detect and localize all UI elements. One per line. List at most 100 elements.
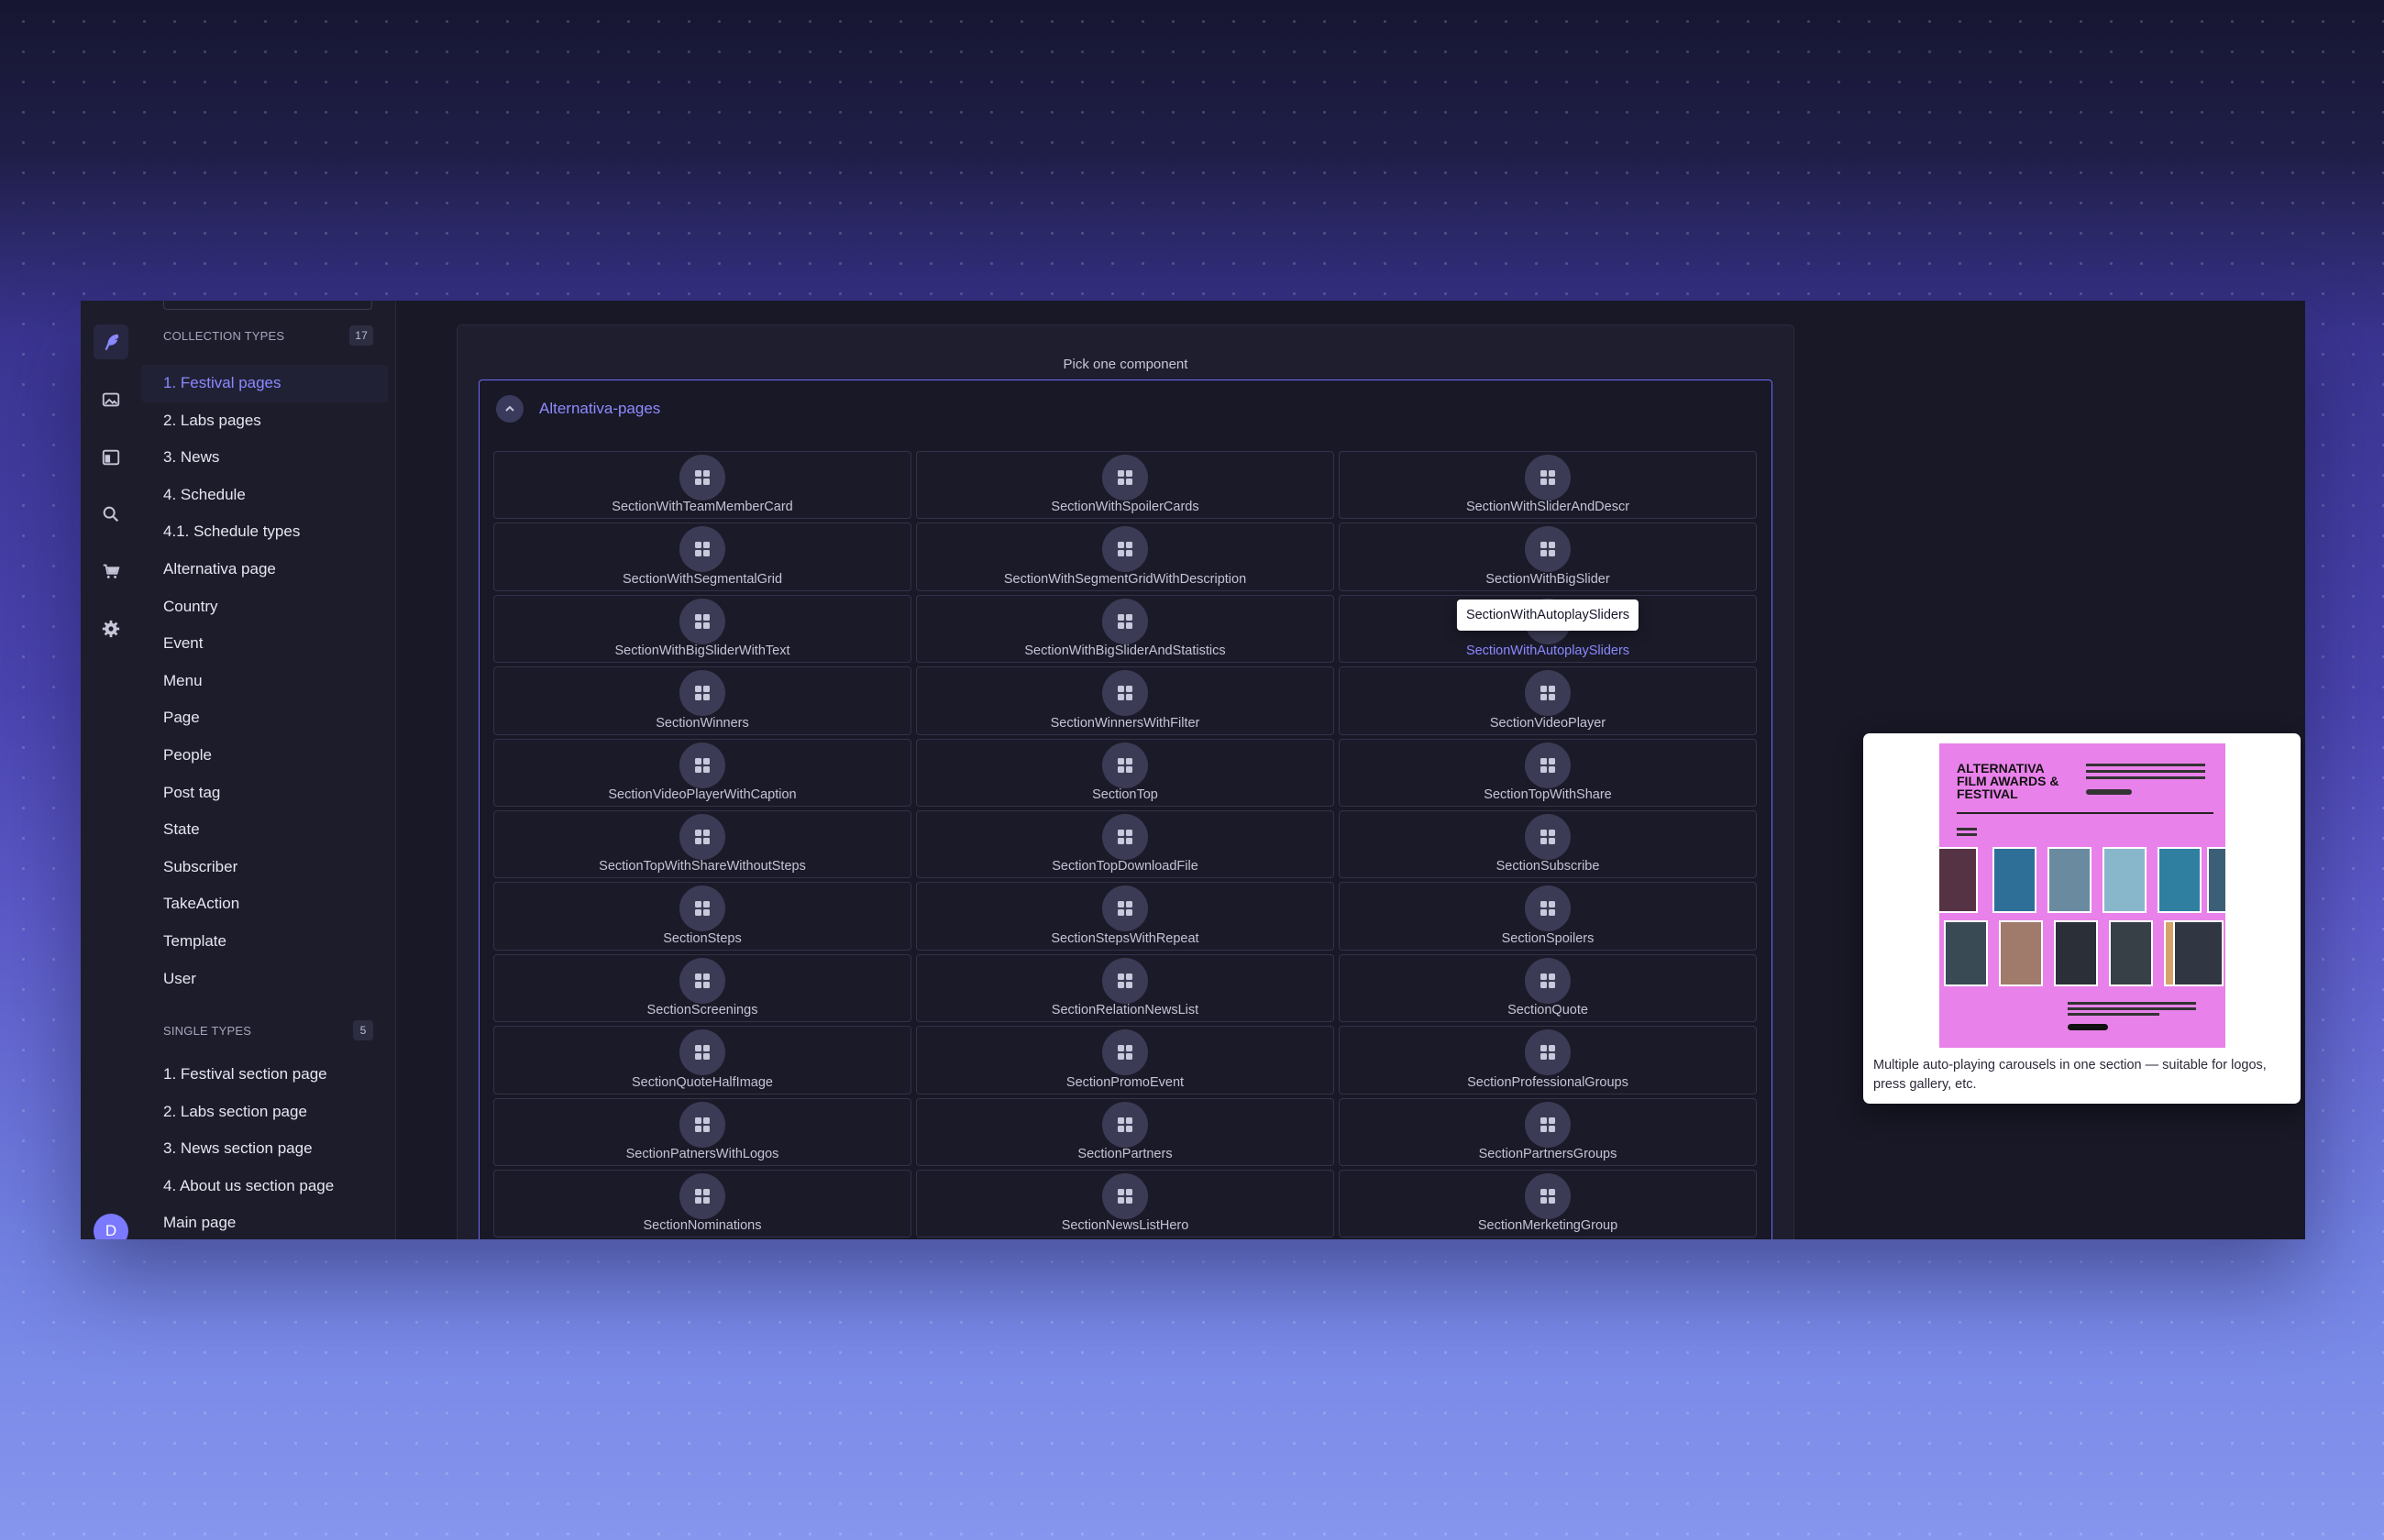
component-label: SectionWithBigSlider (1485, 571, 1610, 587)
component-card-sectionwithbigsliderandstatistics[interactable]: SectionWithBigSliderAndStatistics (916, 594, 1334, 664)
component-card-sectionprofessionalgroups[interactable]: SectionProfessionalGroups (1339, 1026, 1757, 1094)
component-card-sectionwithsegmentalgrid[interactable]: SectionWithSegmentalGrid (493, 522, 911, 591)
component-label: SectionWinners (656, 715, 749, 731)
component-label: SectionPromoEvent (1065, 1074, 1185, 1090)
single-types-title: SINGLE TYPES (163, 1023, 252, 1038)
component-card-sectionspoilers[interactable]: SectionSpoilers (1339, 882, 1757, 951)
media-library-button[interactable] (94, 382, 128, 417)
sidebar-item-page[interactable]: Page (141, 699, 388, 737)
component-card-sectionquote[interactable]: SectionQuote (1339, 953, 1757, 1023)
sidebar-item-user[interactable]: User (141, 961, 388, 998)
component-card-sectionwithautoplaysliders[interactable]: SectionWithAutoplaySliders SectionWithAut… (1339, 594, 1757, 664)
component-icon (1525, 670, 1571, 717)
group-header[interactable]: Alternativa-pages (496, 395, 660, 423)
component-card-sectionnewslisthero[interactable]: SectionNewsListHero (916, 1169, 1334, 1238)
grid-icon (1118, 613, 1132, 629)
sidebar-item-4-1-schedule-types[interactable]: 4.1. Schedule types (141, 513, 388, 551)
component-card-sectionpatnerswithlogos[interactable]: SectionPatnersWithLogos (493, 1097, 911, 1166)
sidebar-item-post-tag[interactable]: Post tag (141, 775, 388, 812)
gear-icon (102, 620, 120, 638)
sidebar-item-4-about-us-section-page[interactable]: 4. About us section page (141, 1168, 388, 1205)
component-card-sectionsteps[interactable]: SectionSteps (493, 882, 911, 951)
marketplace-button[interactable] (94, 554, 128, 588)
component-icon (1525, 1101, 1571, 1148)
sidebar-item-main-page[interactable]: Main page (141, 1204, 388, 1239)
component-preview-popover: ALTERNATIVA FILM AWARDS & FESTIVAL Multi… (1863, 733, 2301, 1104)
preview-thumbnail-title: ALTERNATIVA FILM AWARDS & FESTIVAL (1957, 761, 2059, 801)
search-icon (103, 506, 119, 522)
sidebar-item-1-festival-section-page[interactable]: 1. Festival section page (141, 1056, 388, 1094)
sidebar-item-takeaction[interactable]: TakeAction (141, 886, 388, 923)
sidebar-item-3-news[interactable]: 3. News (141, 439, 388, 477)
grid-icon (1118, 542, 1132, 557)
component-card-sectionwithslideranddescr[interactable]: SectionWithSliderAndDescr (1339, 451, 1757, 520)
sidebar-search-input[interactable] (163, 301, 372, 310)
component-card-sectionwithspoilercards[interactable]: SectionWithSpoilerCards (916, 451, 1334, 520)
sidebar-item-subscriber[interactable]: Subscriber (141, 849, 388, 886)
component-icon (1102, 742, 1148, 788)
sidebar-item-people[interactable]: People (141, 737, 388, 775)
sidebar-item-3-news-section-page[interactable]: 3. News section page (141, 1130, 388, 1168)
sidebar-item-alternativa-page[interactable]: Alternativa page (141, 551, 388, 588)
component-card-sectionwithsegmentgridwithdescription[interactable]: SectionWithSegmentGridWithDescription (916, 522, 1334, 591)
component-icon (1525, 1029, 1571, 1076)
grid-icon (1540, 757, 1555, 773)
sidebar-item-template[interactable]: Template (141, 923, 388, 961)
component-card-sectionstepswithrepeat[interactable]: SectionStepsWithRepeat (916, 882, 1334, 951)
sidebar-item-country[interactable]: Country (141, 588, 388, 626)
component-card-sectiontopwithsharewithoutsteps[interactable]: SectionTopWithShareWithoutSteps (493, 809, 911, 879)
grid-icon (1540, 973, 1555, 988)
component-card-sectionscreenings[interactable]: SectionScreenings (493, 953, 911, 1023)
builder-button[interactable] (94, 440, 128, 475)
component-card-sectionpromoevent[interactable]: SectionPromoEvent (916, 1026, 1334, 1094)
component-label: SectionWithBigSliderWithText (614, 644, 790, 659)
component-card-sectionwinnerswithfilter[interactable]: SectionWinnersWithFilter (916, 666, 1334, 735)
sidebar-item-event[interactable]: Event (141, 625, 388, 663)
component-card-sectiontop[interactable]: SectionTop (916, 738, 1334, 807)
component-card-sectionquotehalfimage[interactable]: SectionQuoteHalfImage (493, 1026, 911, 1094)
grid-icon (1118, 973, 1132, 988)
sidebar-item-menu[interactable]: Menu (141, 663, 388, 700)
component-icon (1525, 957, 1571, 1004)
settings-button[interactable] (94, 611, 128, 646)
sidebar-item-state[interactable]: State (141, 811, 388, 849)
component-icon (1525, 813, 1571, 860)
component-card-sectionvideoplayer[interactable]: SectionVideoPlayer (1339, 666, 1757, 735)
component-label: SectionTop (1092, 786, 1158, 802)
grid-icon (1540, 1116, 1555, 1132)
component-card-sectionpartnersgroups[interactable]: SectionPartnersGroups (1339, 1097, 1757, 1166)
grid-icon (1540, 829, 1555, 844)
component-icon (1525, 1172, 1571, 1219)
component-card-sectiontopdownloadfile[interactable]: SectionTopDownloadFile (916, 809, 1334, 879)
sidebar-item-2-labs-pages[interactable]: 2. Labs pages (141, 402, 388, 440)
component-label: SectionVideoPlayerWithCaption (608, 786, 797, 802)
content-manager-button[interactable] (94, 324, 128, 359)
component-card-sectionrelationnewslist[interactable]: SectionRelationNewsList (916, 953, 1334, 1023)
component-card-sectiontopwithshare[interactable]: SectionTopWithShare (1339, 738, 1757, 807)
component-card-sectionpartners[interactable]: SectionPartners (916, 1097, 1334, 1166)
grid-icon (1118, 686, 1132, 701)
component-card-sectionwithbigsliderwithtext[interactable]: SectionWithBigSliderWithText (493, 594, 911, 664)
component-grid: SectionWithTeamMemberCard SectionWithSpoi… (493, 451, 1757, 1238)
sidebar-item-1-festival-pages[interactable]: 1. Festival pages (141, 365, 388, 402)
picker-title: Pick one component (1063, 357, 1188, 372)
collapse-button[interactable] (496, 395, 524, 423)
component-card-sectionwithbigslider[interactable]: SectionWithBigSlider (1339, 522, 1757, 591)
user-avatar[interactable]: D (94, 1214, 128, 1239)
component-card-sectionnominations[interactable]: SectionNominations (493, 1169, 911, 1238)
component-card-sectionmerketinggroup[interactable]: SectionMerketingGroup (1339, 1169, 1757, 1238)
grid-icon (695, 973, 710, 988)
grid-icon (695, 613, 710, 629)
sidebar-item-4-schedule[interactable]: 4. Schedule (141, 477, 388, 514)
component-card-sectionwinners[interactable]: SectionWinners (493, 666, 911, 735)
sidebar-item-2-labs-section-page[interactable]: 2. Labs section page (141, 1094, 388, 1131)
search-button[interactable] (94, 497, 128, 532)
component-card-sectionsubscribe[interactable]: SectionSubscribe (1339, 809, 1757, 879)
component-card-sectionwithteammembercard[interactable]: SectionWithTeamMemberCard (493, 451, 911, 520)
grid-icon (695, 542, 710, 557)
component-card-sectionvideoplayerwithcaption[interactable]: SectionVideoPlayerWithCaption (493, 738, 911, 807)
icon-rail: D (81, 301, 142, 1239)
component-label: SectionWithTeamMemberCard (612, 500, 793, 515)
cart-icon (103, 564, 120, 578)
component-icon (679, 1101, 725, 1148)
